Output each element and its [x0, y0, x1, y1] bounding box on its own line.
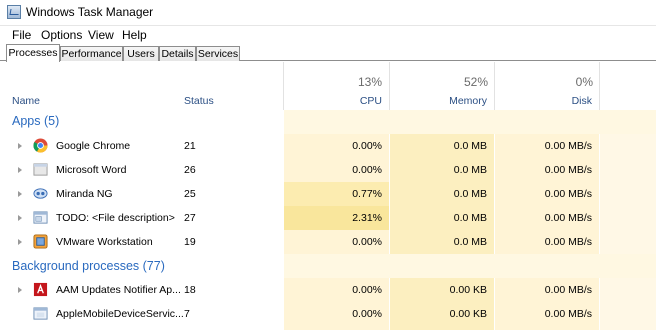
- process-status: 25: [184, 188, 196, 200]
- process-cpu: 0.00%: [352, 308, 382, 320]
- process-disk: 0.00 MB/s: [544, 140, 592, 152]
- process-disk: 0.00 MB/s: [544, 236, 592, 248]
- process-memory: 0.0 MB: [453, 236, 487, 248]
- group-header-background: Background processes (77): [0, 254, 656, 278]
- process-cpu: 2.31%: [352, 212, 382, 224]
- group-row-shade: [284, 254, 656, 278]
- process-disk: 0.00 MB/s: [544, 284, 592, 296]
- process-memory: 0.0 MB: [453, 164, 487, 176]
- tab-details[interactable]: Details: [159, 46, 196, 61]
- tab-processes[interactable]: Processes: [6, 44, 60, 62]
- process-memory: 0.0 MB: [453, 212, 487, 224]
- process-name: Miranda NG: [56, 188, 113, 200]
- process-status: 27: [184, 212, 196, 224]
- process-memory: 0.0 MB: [453, 188, 487, 200]
- process-memory: 0.0 MB: [453, 140, 487, 152]
- table-row[interactable]: VMware Workstation 19 0.00% 0.0 MB 0.00 …: [0, 230, 656, 254]
- tab-bar: Processes Performance Users Details Serv…: [0, 44, 656, 62]
- process-disk: 0.00 MB/s: [544, 188, 592, 200]
- adobe-icon: [33, 282, 48, 297]
- disk-total: 0%: [575, 75, 593, 89]
- chrome-icon: [33, 138, 48, 153]
- process-cpu: 0.77%: [352, 188, 382, 200]
- process-name: Google Chrome: [56, 140, 131, 152]
- menu-options[interactable]: Options: [41, 28, 82, 42]
- menu-bar: File Options View Help: [0, 26, 656, 44]
- table-row[interactable]: Microsoft Word 26 0.00% 0.0 MB 0.00 MB/s: [0, 158, 656, 182]
- table-row[interactable]: Miranda NG 25 0.77% 0.0 MB 0.00 MB/s: [0, 182, 656, 206]
- app-window-icon: [33, 211, 48, 224]
- process-name: AAM Updates Notifier Ap...: [56, 284, 181, 296]
- title-bar: Windows Task Manager: [0, 0, 656, 26]
- column-header-memory[interactable]: Memory: [390, 95, 487, 107]
- process-name: Microsoft Word: [56, 164, 127, 176]
- table-row[interactable]: AAM Updates Notifier Ap... 18 0.00% 0.00…: [0, 278, 656, 302]
- menu-file[interactable]: File: [12, 28, 31, 42]
- process-disk: 0.00 MB/s: [544, 212, 592, 224]
- cpu-total: 13%: [357, 75, 382, 89]
- process-status: 7: [184, 308, 190, 320]
- expand-arrow-icon[interactable]: [18, 191, 22, 197]
- process-disk: 0.00 MB/s: [544, 308, 592, 320]
- expand-arrow-icon[interactable]: [18, 239, 22, 245]
- miranda-icon: [33, 188, 48, 199]
- task-manager-icon: [7, 5, 21, 19]
- vmware-icon: [33, 234, 48, 249]
- column-separator: [599, 62, 600, 110]
- process-status: 19: [184, 236, 196, 248]
- process-name: AppleMobileDeviceServic...: [56, 308, 184, 320]
- process-status: 26: [184, 164, 196, 176]
- memory-total: 52%: [463, 75, 488, 89]
- table-row[interactable]: TODO: <File description> 27 2.31% 0.0 MB…: [0, 206, 656, 230]
- expand-arrow-icon[interactable]: [18, 215, 22, 221]
- process-cpu: 0.00%: [352, 236, 382, 248]
- group-row-shade: [284, 110, 656, 134]
- process-name: VMware Workstation: [56, 236, 153, 248]
- process-cpu: 0.00%: [352, 140, 382, 152]
- group-label: Apps (5): [12, 114, 60, 128]
- table-row[interactable]: Google Chrome 21 0.00% 0.0 MB 0.00 MB/s: [0, 134, 656, 158]
- table-row[interactable]: AppleMobileDeviceServic... 7 0.00% 0.00 …: [0, 302, 656, 326]
- column-header-status[interactable]: Status: [184, 95, 214, 107]
- column-header-cpu[interactable]: CPU: [284, 95, 382, 107]
- tab-performance[interactable]: Performance: [60, 46, 123, 61]
- menu-help[interactable]: Help: [122, 28, 147, 42]
- menu-view[interactable]: View: [88, 28, 114, 42]
- window-title: Windows Task Manager: [26, 5, 154, 19]
- column-header-disk[interactable]: Disk: [495, 95, 592, 107]
- tab-users[interactable]: Users: [123, 46, 159, 61]
- expand-arrow-icon[interactable]: [18, 287, 22, 293]
- process-status: 18: [184, 284, 196, 296]
- process-memory: 0.00 KB: [449, 308, 487, 320]
- process-memory: 0.00 KB: [449, 284, 487, 296]
- tab-services[interactable]: Services: [196, 46, 240, 61]
- word-icon: [33, 163, 48, 176]
- process-cpu: 0.00%: [352, 284, 382, 296]
- expand-arrow-icon[interactable]: [18, 143, 22, 149]
- group-header-apps: Apps (5): [0, 110, 656, 134]
- column-header-name[interactable]: Name: [12, 95, 40, 107]
- group-label: Background processes (77): [12, 259, 165, 273]
- process-list: 13% 52% 0% Name Status CPU Memory Disk A…: [0, 62, 656, 330]
- expand-arrow-icon[interactable]: [18, 167, 22, 173]
- process-cpu: 0.00%: [352, 164, 382, 176]
- process-disk: 0.00 MB/s: [544, 164, 592, 176]
- apple-service-icon: [33, 307, 48, 320]
- process-name: TODO: <File description>: [56, 212, 175, 224]
- process-status: 21: [184, 140, 196, 152]
